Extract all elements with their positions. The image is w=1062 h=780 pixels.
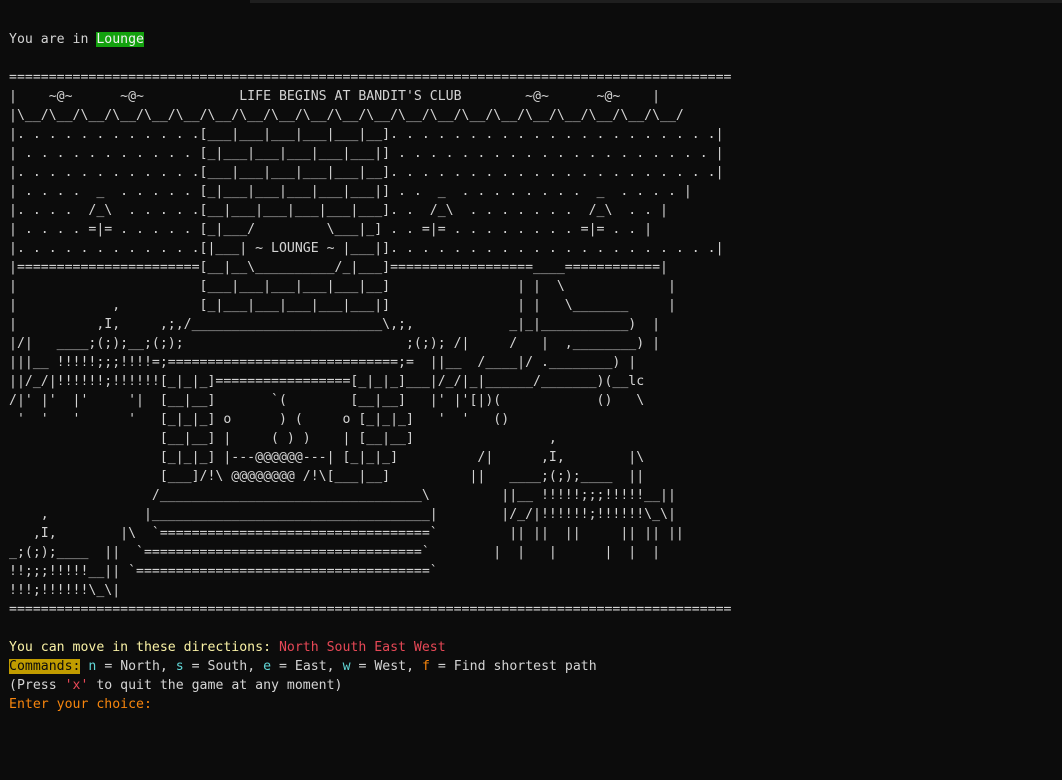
east-text: = East, (271, 659, 343, 674)
quit-open: (Press (9, 678, 65, 693)
quit-line: (Press 'x' to quit the game at any momen… (9, 676, 342, 695)
active-tab[interactable] (0, 0, 250, 3)
location-prefix: You are in (9, 32, 97, 47)
input-prompt[interactable]: Enter your choice: (9, 695, 152, 714)
south-key: s (175, 659, 184, 674)
west-key: w (342, 659, 351, 674)
directions-line: You can move in these directions: North … (9, 638, 446, 657)
north-text: = North, (96, 659, 176, 674)
directions-prefix: You can move in these directions: (9, 640, 279, 655)
available-directions: North South East West (278, 640, 446, 655)
east-key: e (263, 659, 272, 674)
ascii-art-lounge: ========================================… (9, 70, 732, 617)
west-text: = West, (350, 659, 422, 674)
quit-close: to quit the game at any moment) (88, 678, 343, 693)
south-text: = South, (183, 659, 264, 674)
commands-line: Commands: n = North, s = South, e = East… (9, 657, 597, 676)
find-path-text: = Find shortest path (429, 659, 597, 674)
tab-strip (0, 0, 1062, 3)
location-line: You are in Lounge (9, 30, 144, 49)
quit-key: 'x' (64, 678, 89, 693)
current-room: Lounge (96, 32, 144, 47)
commands-label: Commands: (9, 659, 81, 674)
find-path-key: f (421, 659, 430, 674)
